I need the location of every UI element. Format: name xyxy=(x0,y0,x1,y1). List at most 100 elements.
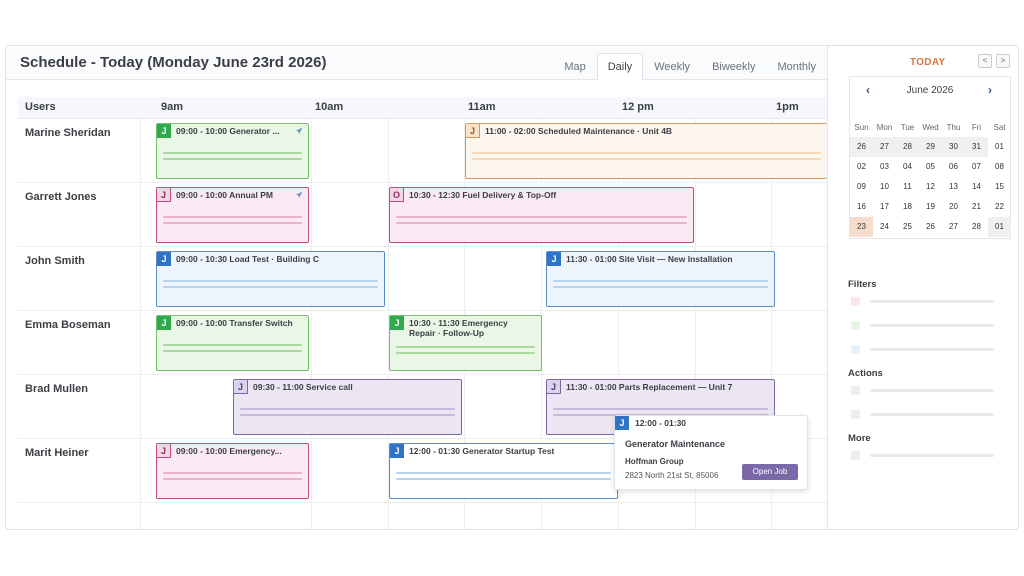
calendar-day[interactable]: 01 xyxy=(988,217,1011,237)
event-placeholder-line xyxy=(163,478,302,480)
calendar-day[interactable]: 21 xyxy=(965,197,988,217)
calendar-day[interactable]: 12 xyxy=(919,177,942,197)
calendar-day[interactable]: 23 xyxy=(850,217,873,237)
more-item[interactable] xyxy=(851,451,860,460)
calendar-day[interactable]: 05 xyxy=(919,157,942,177)
calendar-day[interactable]: 02 xyxy=(850,157,873,177)
job-badge: J xyxy=(466,124,480,138)
filter-label xyxy=(870,348,994,351)
event-block[interactable]: J 09:00 - 10:30 Load Test · Building C xyxy=(156,251,385,307)
calendar-day[interactable]: 16 xyxy=(850,197,873,217)
event-placeholder-line xyxy=(163,344,302,346)
event-placeholder-line xyxy=(396,478,611,480)
filter-checkbox[interactable] xyxy=(851,321,860,330)
calendar-day[interactable]: 30 xyxy=(942,137,965,157)
hour-label: 10am xyxy=(315,101,344,113)
open-job-button[interactable]: Open Job xyxy=(742,464,798,480)
action-label xyxy=(870,413,994,416)
calendar-day[interactable]: 06 xyxy=(942,157,965,177)
tab-monthly[interactable]: Monthly xyxy=(766,53,827,80)
event-label: 09:00 - 10:30 Load Test · Building C xyxy=(176,254,319,264)
calendar-day[interactable]: 28 xyxy=(896,137,919,157)
tab-map[interactable]: Map xyxy=(553,53,596,80)
schedule-header: Schedule - Today (Monday June 23rd 2026)… xyxy=(6,46,827,80)
next-day-button[interactable]: > xyxy=(996,54,1010,68)
calendar-day[interactable]: 26 xyxy=(850,137,873,157)
event-block[interactable]: J 11:00 - 02:00 Scheduled Maintenance · … xyxy=(465,123,827,179)
calendar-day[interactable]: 25 xyxy=(896,217,919,237)
today-button[interactable]: TODAY xyxy=(910,57,945,68)
calendar-day[interactable]: 22 xyxy=(988,197,1011,217)
event-placeholder-line xyxy=(240,408,455,410)
order-badge: O xyxy=(390,188,404,202)
schedule-main: Schedule - Today (Monday June 23rd 2026)… xyxy=(6,46,827,529)
calendar-day[interactable]: 27 xyxy=(873,137,896,157)
calendar-day[interactable]: 20 xyxy=(942,197,965,217)
calendar-day[interactable]: 03 xyxy=(873,157,896,177)
event-placeholder-line xyxy=(163,286,378,288)
prev-day-button[interactable]: < xyxy=(978,54,992,68)
tab-weekly[interactable]: Weekly xyxy=(643,53,701,80)
popup-address: 2823 North 21st St, 85006 xyxy=(625,471,719,480)
calendar-day[interactable]: 31 xyxy=(965,137,988,157)
action-item[interactable] xyxy=(851,386,860,395)
event-placeholder-line xyxy=(163,280,378,282)
calendar-day[interactable]: 07 xyxy=(965,157,988,177)
event-label: 09:00 - 10:00 Emergency... xyxy=(176,446,282,456)
event-placeholder-line xyxy=(163,216,302,218)
event-placeholder-line xyxy=(396,216,687,218)
event-block[interactable]: J 09:00 - 10:00 Annual PM xyxy=(156,187,309,243)
schedule-app: Schedule - Today (Monday June 23rd 2026)… xyxy=(5,45,1019,530)
event-block[interactable]: J 09:00 - 10:00 Generator ... xyxy=(156,123,309,179)
calendar-day[interactable]: 18 xyxy=(896,197,919,217)
navigate-icon[interactable] xyxy=(295,127,303,135)
action-item[interactable] xyxy=(851,410,860,419)
event-label: 11:00 - 02:00 Scheduled Maintenance · Un… xyxy=(485,126,673,136)
calendar-day[interactable]: 11 xyxy=(896,177,919,197)
popup-customer: Hoffman Group xyxy=(625,457,684,466)
calendar-day[interactable]: 13 xyxy=(942,177,965,197)
tab-daily[interactable]: Daily xyxy=(596,53,644,80)
event-block[interactable]: J 11:30 - 01:00 Site Visit — New Install… xyxy=(546,251,775,307)
tab-biweekly[interactable]: Biweekly xyxy=(701,53,766,80)
event-placeholder-line xyxy=(396,346,535,348)
event-label: 10:30 - 11:30 Emergency Repair · Follow-… xyxy=(409,318,508,338)
user-row: John Smith J 09:00 - 10:30 Load Test · B… xyxy=(18,247,827,311)
calendar-day[interactable]: 17 xyxy=(873,197,896,217)
calendar-day[interactable]: 01 xyxy=(988,137,1011,157)
event-block[interactable]: J 12:00 - 01:30 Generator Startup Test xyxy=(389,443,618,499)
calendar-day[interactable]: 26 xyxy=(919,217,942,237)
calendar-day[interactable]: 24 xyxy=(873,217,896,237)
navigate-icon[interactable] xyxy=(295,191,303,199)
calendar-day[interactable]: 29 xyxy=(919,137,942,157)
calendar-day[interactable]: 15 xyxy=(988,177,1011,197)
job-badge: J xyxy=(234,380,248,394)
mini-calendar: ‹ June 2026 › Sun Mon Tue Wed Thu Fri Sa… xyxy=(849,76,1011,239)
popup-title: Generator Maintenance xyxy=(625,439,726,449)
event-placeholder-line xyxy=(163,350,302,352)
event-block[interactable]: J 09:00 - 10:00 Transfer Switch xyxy=(156,315,309,371)
event-label: 09:30 - 11:00 Service call xyxy=(253,382,353,392)
filter-checkbox[interactable] xyxy=(851,345,860,354)
event-block[interactable]: J 09:00 - 10:00 Emergency... xyxy=(156,443,309,499)
event-block[interactable]: J 10:30 - 11:30 Emergency Repair · Follo… xyxy=(389,315,542,371)
user-row: Garrett Jones J 09:00 - 10:00 Annual PM … xyxy=(18,183,827,247)
more-label xyxy=(870,454,994,457)
calendar-day[interactable]: 08 xyxy=(988,157,1011,177)
event-block[interactable]: O 10:30 - 12:30 Fuel Delivery & Top-Off xyxy=(389,187,694,243)
event-block[interactable]: J 09:30 - 11:00 Service call xyxy=(233,379,462,435)
calendar-day[interactable]: 04 xyxy=(896,157,919,177)
filter-checkbox[interactable] xyxy=(851,297,860,306)
calendar-day[interactable]: 19 xyxy=(919,197,942,217)
calendar-day[interactable]: 28 xyxy=(965,217,988,237)
calendar-day[interactable]: 10 xyxy=(873,177,896,197)
calendar-day[interactable]: 09 xyxy=(850,177,873,197)
chevron-right-icon[interactable]: › xyxy=(988,83,992,97)
job-badge: J xyxy=(615,416,629,430)
user-name: Emma Boseman xyxy=(25,319,111,331)
calendar-day[interactable]: 27 xyxy=(942,217,965,237)
event-placeholder-line xyxy=(163,158,302,160)
calendar-day[interactable]: 14 xyxy=(965,177,988,197)
view-tabs: Map Daily Weekly Biweekly Monthly xyxy=(553,53,827,80)
user-row: Emma Boseman J 09:00 - 10:00 Transfer Sw… xyxy=(18,311,827,375)
